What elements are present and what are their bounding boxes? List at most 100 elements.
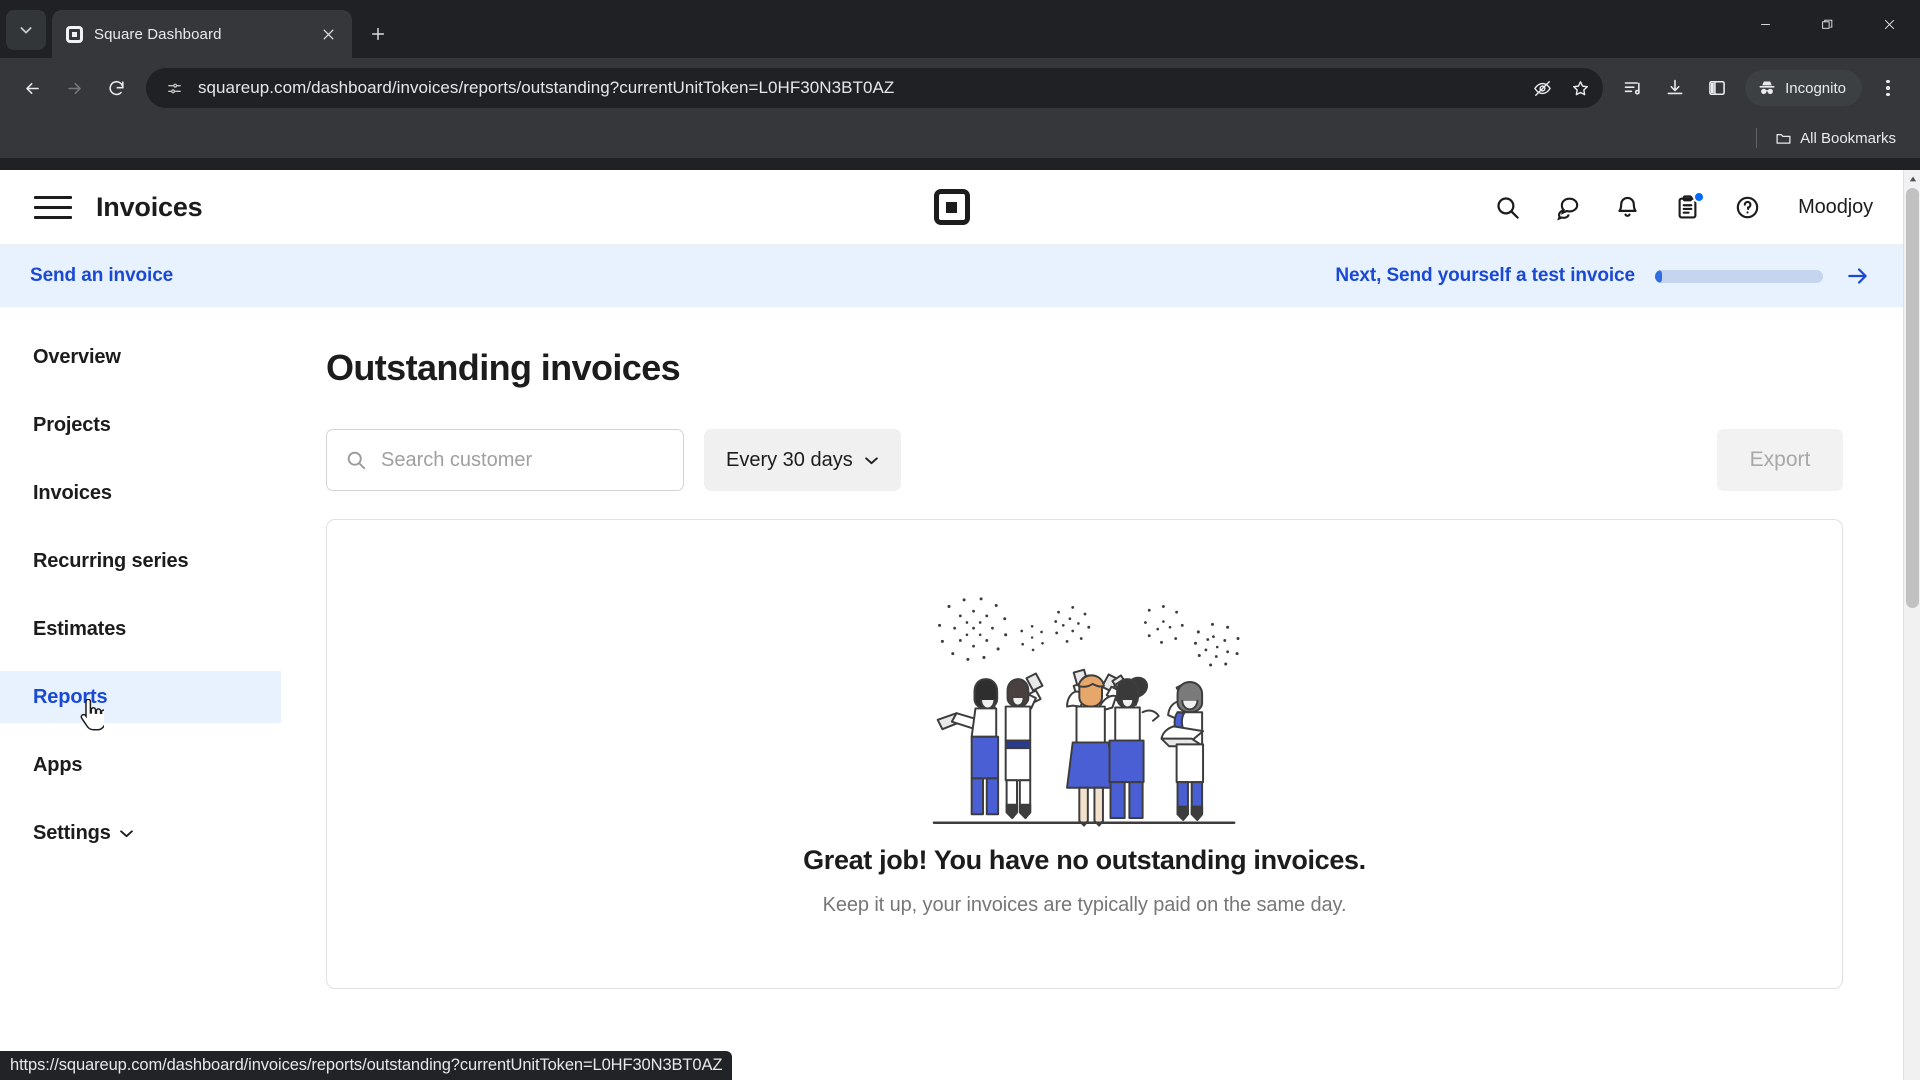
incognito-icon [1759,81,1775,95]
close-icon [323,29,333,39]
square-logo-icon [64,24,84,44]
search-icon [347,451,366,470]
sidebar-item-reports[interactable]: Reports [0,671,281,731]
hamburger-menu-icon[interactable] [30,184,76,230]
empty-state-card: Great job! You have no outstanding invoi… [326,519,1843,989]
all-bookmarks-button[interactable]: All Bookmarks [1767,126,1904,151]
incognito-label: Incognito [1785,79,1846,97]
folder-icon [1776,133,1791,144]
sidebar-item-label: Overview [33,345,121,368]
tab-close-button[interactable] [316,22,340,46]
side-panel-button[interactable] [1697,68,1737,108]
tasks-clipboard-icon[interactable] [1672,191,1706,222]
tracking-protection-button[interactable] [1525,71,1559,105]
close-window-button[interactable] [1858,0,1920,48]
sidebar-item-label: Invoices [33,481,112,504]
sidebar-item-label: Reports [33,685,108,708]
arrow-right-icon [1848,268,1867,284]
plus-icon [371,27,385,41]
sidebar-item-label: Settings [33,821,111,844]
page-viewport: Invoices Moodjoy Send an invoice Next, S… [0,170,1920,1080]
reload-icon [108,80,124,95]
period-select[interactable]: Every 30 days [704,429,901,491]
header-actions: Moodjoy [1492,191,1873,222]
chevron-down-icon [119,829,134,838]
star-icon [1572,80,1588,95]
period-select-value: Every 30 days [726,448,853,471]
celebrating-people-confetti-illustration [932,597,1240,827]
downloads-button[interactable] [1655,68,1695,108]
messages-icon[interactable] [1552,192,1582,222]
browser-toolbar: squareup.com/dashboard/invoices/reports/… [0,58,1920,118]
back-arrow-icon [25,82,39,94]
new-tab-button[interactable] [360,16,396,52]
bookmark-button[interactable] [1563,71,1597,105]
sidebar-item-apps[interactable]: Apps [0,739,281,791]
filters-toolbar: Every 30 days Export [326,429,1843,491]
sidebar-item-projects[interactable]: Projects [0,399,281,451]
main-content: Outstanding invoices Every 30 days [281,307,1903,989]
sidebar-item-settings[interactable]: Settings [0,807,281,859]
close-window-icon [1884,19,1894,29]
chevron-up-icon [1909,176,1916,181]
minimize-button[interactable] [1734,0,1796,48]
search-customer-field[interactable] [326,429,684,491]
tab-search-button[interactable] [6,10,46,50]
minimize-icon [1760,23,1770,25]
address-bar[interactable]: squareup.com/dashboard/invoices/reports/… [146,68,1604,108]
site-settings-icon[interactable] [160,74,188,102]
sidebar-item-label: Projects [33,413,111,436]
export-button-label: Export [1749,448,1811,471]
all-bookmarks-label: All Bookmarks [1800,129,1896,147]
tab-title: Square Dashboard [94,25,222,43]
banner-next-button[interactable] [1843,263,1873,289]
empty-state-title: Great job! You have no outstanding invoi… [803,845,1366,875]
forward-button[interactable] [54,68,94,108]
incognito-profile-button[interactable]: Incognito [1745,70,1862,106]
square-logo-icon[interactable] [933,189,970,225]
maximize-button[interactable] [1796,0,1858,48]
bookmarks-bar: All Bookmarks [0,118,1920,158]
export-button[interactable]: Export [1717,429,1843,491]
reading-list-button[interactable] [1613,68,1653,108]
onboarding-progress-bar [1655,269,1823,283]
page-scrollbar[interactable] [1903,170,1920,1080]
help-circle-icon[interactable] [1732,192,1762,222]
three-dot-menu-icon [1886,79,1890,84]
banner-next-step-text: Next, Send yourself a test invoice [1335,265,1635,286]
reading-list-icon [1624,82,1640,95]
sidebar-item-overview[interactable]: Overview [0,331,281,383]
url-text: squareup.com/dashboard/invoices/reports/… [198,78,895,97]
search-icon[interactable] [1492,192,1522,222]
notifications-bell-icon[interactable] [1612,192,1642,222]
sidebar-nav: Overview Projects Invoices Recurring ser… [0,307,281,989]
sidebar-item-label: Apps [33,753,83,776]
progress-fill [1655,269,1662,283]
square-dashboard-page: Invoices Moodjoy Send an invoice Next, S… [0,170,1903,1080]
sidebar-item-label: Estimates [33,617,127,640]
send-an-invoice-link[interactable]: Send an invoice [30,265,173,287]
download-icon [1667,79,1683,95]
search-input[interactable] [381,448,665,472]
scroll-up-button[interactable] [1904,170,1920,187]
status-bar-url: https://squareup.com/dashboard/invoices/… [0,1051,733,1080]
forward-arrow-icon [67,82,81,94]
browser-menu-button[interactable] [1868,68,1908,108]
side-panel-icon [1709,80,1725,96]
browser-tab[interactable]: Square Dashboard [52,10,352,58]
sidebar-item-estimates[interactable]: Estimates [0,603,281,655]
divider [1756,128,1758,148]
page-body: Overview Projects Invoices Recurring ser… [0,307,1903,989]
sidebar-item-invoices[interactable]: Invoices [0,467,281,519]
toolbar-actions: Incognito [1613,68,1908,108]
user-account-name[interactable]: Moodjoy [1798,196,1873,219]
scrollbar-thumb[interactable] [1906,188,1919,608]
tab-strip: Square Dashboard [0,0,1920,58]
reload-button[interactable] [96,68,136,108]
onboarding-banner: Send an invoice Next, Send yourself a te… [0,245,1903,307]
chevron-down-icon [864,456,878,464]
back-button[interactable] [12,68,52,108]
sidebar-item-recurring-series[interactable]: Recurring series [0,535,281,587]
app-header: Invoices Moodjoy [0,170,1903,245]
eye-off-icon [1533,80,1551,96]
